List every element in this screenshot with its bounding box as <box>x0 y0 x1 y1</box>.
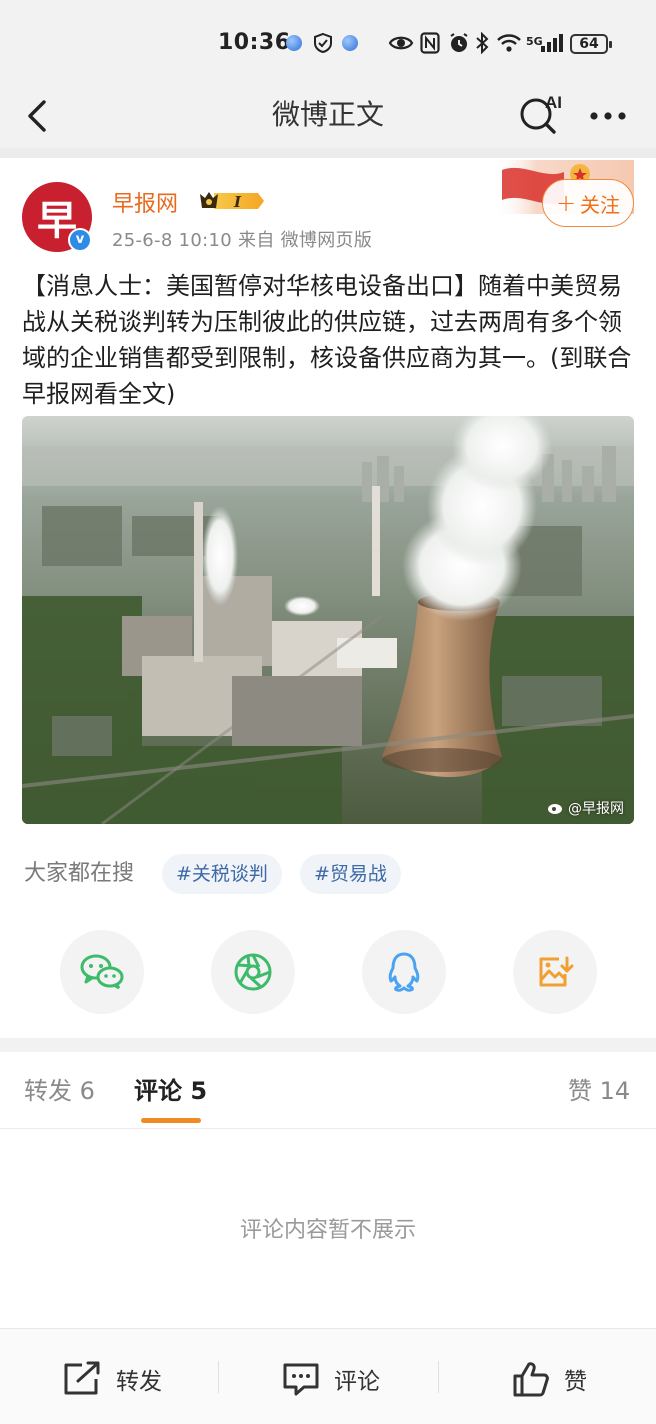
alarm-icon <box>448 32 470 54</box>
verified-badge-icon: v <box>68 228 92 252</box>
vpn-icon <box>312 32 334 54</box>
wechat-icon <box>80 954 124 990</box>
tab-comment-label: 评论 <box>134 1077 182 1105</box>
divider <box>0 1128 656 1129</box>
share-qq-button[interactable] <box>362 930 446 1014</box>
vip-badge-icon: I <box>198 188 264 214</box>
divider <box>0 148 656 158</box>
like-button[interactable]: 赞 <box>512 1359 587 1399</box>
app-dot-icon <box>342 32 358 54</box>
tab-comment-count: 5 <box>190 1077 208 1105</box>
status-bar: 10:36 5G 64 <box>0 0 656 84</box>
save-image-button[interactable] <box>513 930 597 1014</box>
post-text: 【消息人士：美国暂停对华核电设备出口】随着中美贸易战从关税谈判转为压制彼此的供应… <box>22 272 632 408</box>
app-dot-icon <box>286 32 302 54</box>
battery-icon: 64 <box>570 34 612 54</box>
search-tag[interactable]: #关税谈判 <box>162 854 282 894</box>
repost-icon <box>64 1361 100 1395</box>
comment-label: 评论 <box>334 1369 380 1395</box>
search-label: 大家都在搜 <box>24 861 135 886</box>
tab-indicator <box>141 1118 201 1123</box>
repost-label: 转发 <box>116 1369 162 1395</box>
tab-like-label: 赞 <box>568 1077 592 1105</box>
like-icon <box>513 1362 549 1397</box>
image-watermark: @早报网 <box>547 798 624 818</box>
post-image[interactable]: @早报网 <box>22 416 634 824</box>
tab-repost[interactable]: 转发 6 <box>24 1074 95 1108</box>
search-tag[interactable]: #贸易战 <box>300 854 401 894</box>
eye-icon <box>388 32 414 54</box>
nfc-icon <box>420 32 440 54</box>
more-icon[interactable] <box>584 94 632 138</box>
comment-icon <box>283 1363 319 1396</box>
post-meta: 25-6-8 10:10 来自 微博网页版 <box>112 230 373 251</box>
ai-label: AI <box>545 93 562 112</box>
tab-like-count: 14 <box>599 1077 631 1105</box>
bluetooth-icon <box>475 32 489 54</box>
top-nav: 微博正文 AI <box>0 84 656 148</box>
plus-icon: + <box>555 189 577 217</box>
tab-comment[interactable]: 评论 5 <box>134 1074 207 1108</box>
follow-label: 关注 <box>580 192 621 217</box>
divider <box>0 1038 656 1052</box>
status-time: 10:36 <box>218 30 291 55</box>
repost-button[interactable]: 转发 <box>62 1359 162 1399</box>
comments-empty-text: 评论内容暂不展示 <box>239 1218 416 1243</box>
bottom-action-bar: 转发 评论 赞 <box>0 1328 656 1424</box>
weibo-logo-icon <box>548 804 562 814</box>
wifi-icon <box>496 32 522 54</box>
author-name[interactable]: 早报网 <box>112 186 178 218</box>
like-label: 赞 <box>564 1369 587 1395</box>
divider <box>438 1361 439 1393</box>
qq-icon <box>388 952 420 992</box>
vip-level: I <box>233 193 242 211</box>
ai-search-icon[interactable]: AI <box>516 90 566 138</box>
save-image-icon <box>539 956 574 987</box>
divider <box>218 1361 219 1393</box>
tab-repost-label: 转发 <box>24 1077 72 1105</box>
watermark-text: @早报网 <box>568 801 624 817</box>
tab-like[interactable]: 赞 14 <box>568 1074 630 1108</box>
follow-button[interactable]: + 关注 <box>542 179 634 227</box>
share-wechat-button[interactable] <box>60 930 144 1014</box>
signal-icon <box>540 32 564 54</box>
moments-icon <box>234 953 272 991</box>
tab-repost-count: 6 <box>79 1077 95 1105</box>
comment-button[interactable]: 评论 <box>282 1359 380 1399</box>
share-moments-button[interactable] <box>211 930 295 1014</box>
